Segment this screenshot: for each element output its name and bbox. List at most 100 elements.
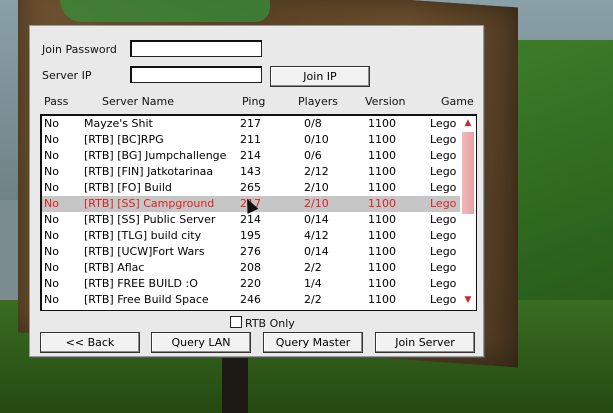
cell-game: Lego [430,229,457,242]
cell-name: [RTB] [FO] Build [84,181,172,194]
column-header-server-name[interactable]: Server Name [102,95,174,108]
cell-game: Lego [430,117,457,130]
cell-game: Lego [430,133,457,146]
cell-name: [RTB] [UCW]Fort Wars [84,245,205,258]
cell-players: 0/6 [304,149,322,162]
cell-version: 1100 [368,261,396,274]
server-list[interactable]: No Mayze's Shit 217 0/8 1100 Lego No [RTB] [BC… [40,114,477,311]
cell-ping: 211 [240,133,261,146]
cell-ping: 143 [240,165,261,178]
scrollbar-thumb[interactable] [462,132,474,214]
cell-ping: 276 [240,245,261,258]
cell-players: 2/10 [304,181,329,194]
cell-name: [RTB] [FIN] Jatkotarinaa [84,165,214,178]
cell-name: [RTB] [SS] Public Server [84,213,216,226]
cell-version: 1100 [368,117,396,130]
back-button[interactable]: << Back [40,332,140,353]
cell-version: 1100 [368,229,396,242]
join-password-label: Join Password [42,43,117,56]
join-server-button[interactable]: Join Server [375,332,475,353]
cell-pass: No [44,229,59,242]
cell-game: Lego [430,149,457,162]
cell-ping: 214 [240,149,261,162]
background-green-paint [60,0,270,22]
cell-players: 0/10 [304,133,329,146]
table-row[interactable]: No [RTB] [BC]RPG 211 0/10 1100 Lego [42,132,460,148]
column-header-version[interactable]: Version [365,95,405,108]
table-row[interactable]: No [RTB] Free Build Space 246 2/2 1100 Lego [42,292,460,308]
cell-version: 1100 [368,293,396,306]
cell-version: 1100 [368,133,396,146]
rtb-only-label[interactable]: RTB Only [245,317,295,330]
cell-players: 2/2 [304,293,322,306]
table-row[interactable]: No [RTB] Aflac 208 2/2 1100 Lego [42,260,460,276]
cell-pass: No [44,165,59,178]
server-ip-field[interactable] [130,66,262,83]
cell-name: Mayze's Shit [84,117,153,130]
cell-pass: No [44,117,59,130]
table-row[interactable]: No [RTB] [FO] Build 265 2/10 1100 Lego [42,180,460,196]
join-password-field[interactable] [130,40,262,57]
cell-name: [RTB] Free Build Space [84,293,209,306]
cell-pass: No [44,277,59,290]
cell-pass: No [44,197,59,210]
cell-version: 1100 [368,149,396,162]
cell-name: [RTB] Aflac [84,261,145,274]
cell-players: 2/12 [304,165,329,178]
cell-game: Lego [430,261,457,274]
cell-version: 1100 [368,165,396,178]
cell-name: [RTB] [BG] Jumpchallenge [84,149,227,162]
cell-pass: No [44,133,59,146]
cell-game: Lego [430,293,457,306]
cell-players: 1/4 [304,277,322,290]
cell-pass: No [44,261,59,274]
cell-version: 1100 [368,197,396,210]
column-header-pass[interactable]: Pass [44,95,68,108]
cell-game: Lego [430,277,457,290]
cell-version: 1100 [368,245,396,258]
cell-version: 1100 [368,277,396,290]
server-list-scrollbar[interactable]: ▲ ▼ [460,116,476,309]
cell-ping: 265 [240,181,261,194]
cell-ping: 214 [240,213,261,226]
cell-ping: 208 [240,261,261,274]
join-ip-button[interactable]: Join IP [270,66,370,87]
cell-pass: No [44,213,59,226]
rtb-only-checkbox[interactable] [230,316,242,328]
cell-ping: 246 [240,293,261,306]
cell-players: 0/14 [304,213,329,226]
column-header-game[interactable]: Game [441,95,474,108]
scroll-down-arrow-icon[interactable]: ▼ [461,293,475,307]
join-server-dialog: Join Password Server IP Join IP Pass Ser… [29,25,484,357]
cell-players: 2/10 [304,197,329,210]
cell-pass: No [44,149,59,162]
cell-name: [RTB] [SS] Campground [84,197,215,210]
cell-game: Lego [430,245,457,258]
cell-players: 4/12 [304,229,329,242]
table-row[interactable]: No [RTB] [SS] Public Server 214 0/14 1100 Leg… [42,212,460,228]
table-row[interactable]: No Mayze's Shit 217 0/8 1100 Lego [42,116,460,132]
table-row[interactable]: No [RTB] [UCW]Fort Wars 276 0/14 1100 Lego [42,244,460,260]
cell-players: 2/2 [304,261,322,274]
cell-game: Lego [430,197,457,210]
cell-game: Lego [430,181,457,194]
column-header-ping[interactable]: Ping [242,95,265,108]
cell-name: [RTB] [BC]RPG [84,133,164,146]
scroll-up-arrow-icon[interactable]: ▲ [461,116,475,130]
query-lan-button[interactable]: Query LAN [151,332,251,353]
column-header-players[interactable]: Players [298,95,338,108]
cell-players: 0/8 [304,117,322,130]
table-row[interactable]: No [RTB] [BG] Jumpchallenge 214 0/6 1100 Lego [42,148,460,164]
cell-game: Lego [430,165,457,178]
cell-ping: 195 [240,229,261,242]
cell-ping: 220 [240,277,261,290]
table-row[interactable]: No [RTB] [TLG] build city 195 4/12 1100 Lego [42,228,460,244]
table-row[interactable]: No [RTB] FREE BUILD :O 220 1/4 1100 Lego [42,276,460,292]
cell-game: Lego [430,213,457,226]
cell-version: 1100 [368,213,396,226]
table-row[interactable]: No [RTB] [FIN] Jatkotarinaa 143 2/12 1100 Leg… [42,164,460,180]
cell-pass: No [44,293,59,306]
cell-pass: No [44,181,59,194]
query-master-button[interactable]: Query Master [263,332,363,353]
cell-name: [RTB] [TLG] build city [84,229,202,242]
